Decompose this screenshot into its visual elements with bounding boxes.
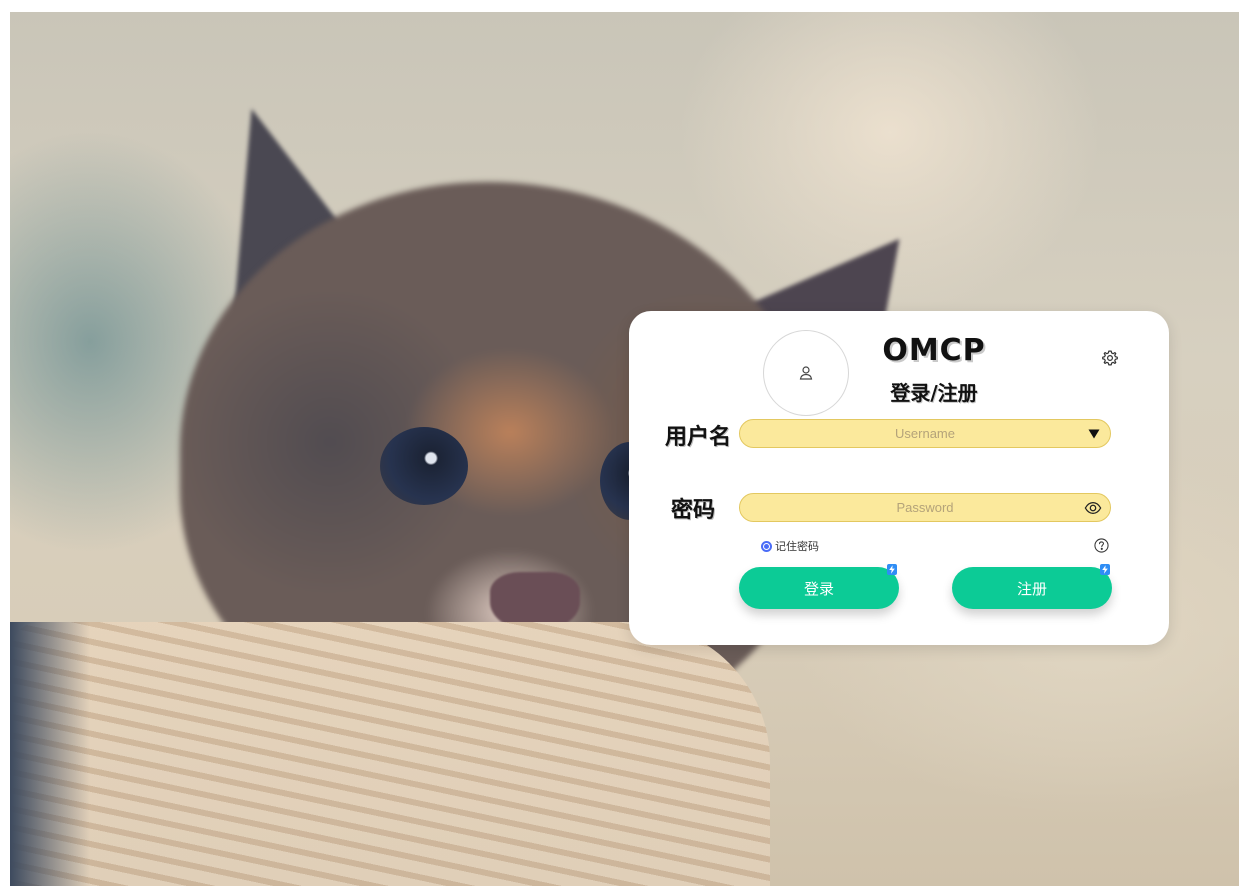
login-button[interactable]: 登录 xyxy=(739,564,899,609)
gear-icon xyxy=(1102,350,1118,366)
basket xyxy=(10,622,770,886)
username-input[interactable] xyxy=(740,420,1110,447)
kitten-eye xyxy=(380,427,468,505)
show-password-button[interactable] xyxy=(1084,499,1102,517)
password-input[interactable] xyxy=(740,494,1110,521)
basket-shadow xyxy=(10,622,90,886)
triangle-down-icon xyxy=(1088,429,1100,439)
login-button-label: 登录 xyxy=(803,579,834,598)
remember-password-option[interactable]: 记住密码 xyxy=(761,538,819,554)
help-button[interactable] xyxy=(1094,538,1109,553)
eye-icon xyxy=(1084,501,1102,515)
username-dropdown-button[interactable] xyxy=(1086,426,1102,442)
user-icon xyxy=(799,366,813,380)
password-label: 密码 xyxy=(671,498,716,523)
username-field[interactable] xyxy=(739,419,1111,448)
question-circle-icon xyxy=(1094,538,1109,553)
avatar[interactable] xyxy=(763,330,849,416)
login-page: OMCP 登录/注册 用户名 密码 xyxy=(0,0,1239,886)
bolt-icon xyxy=(1100,564,1110,575)
register-button[interactable]: 注册 xyxy=(952,564,1112,609)
password-field[interactable] xyxy=(739,493,1111,522)
register-button-label: 注册 xyxy=(1016,579,1047,598)
login-register-heading: 登录/注册 xyxy=(890,381,978,405)
remember-password-radio[interactable] xyxy=(761,540,772,552)
login-card: OMCP 登录/注册 用户名 密码 xyxy=(629,311,1169,645)
username-label: 用户名 xyxy=(665,425,732,450)
app-title: OMCP xyxy=(882,333,986,368)
remember-password-label[interactable]: 记住密码 xyxy=(775,538,819,554)
settings-button[interactable] xyxy=(1101,349,1119,367)
bolt-icon xyxy=(887,564,897,575)
